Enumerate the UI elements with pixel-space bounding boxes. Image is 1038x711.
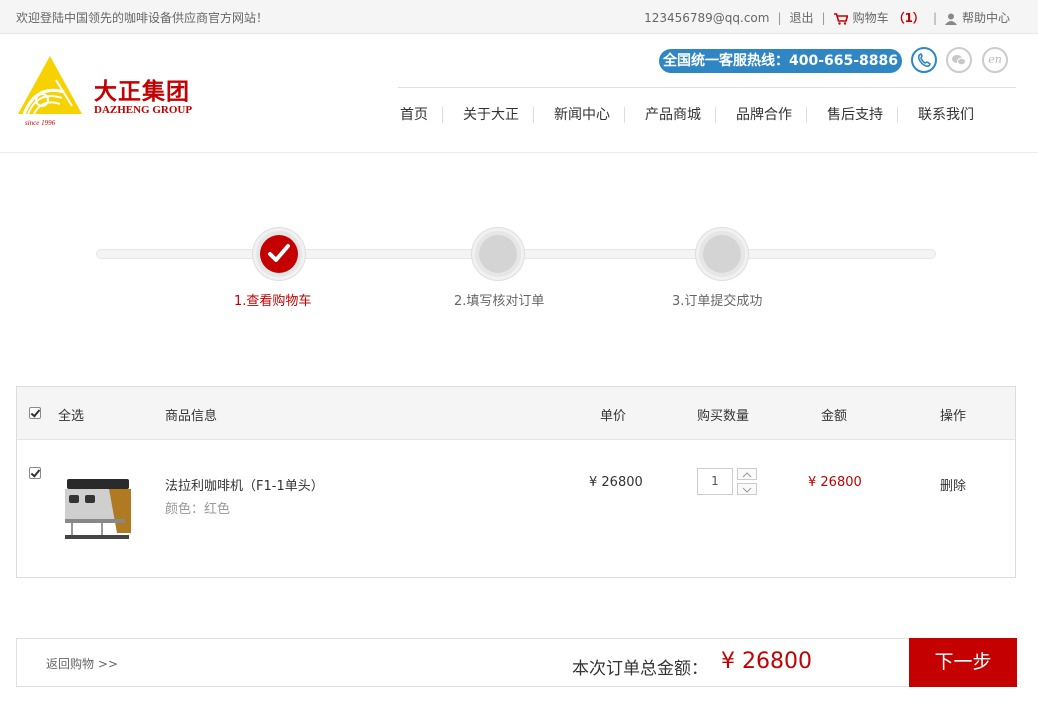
cart-link[interactable]: 购物车 （1） xyxy=(833,9,925,26)
brand-name-cn: 大正集团 xyxy=(94,78,190,105)
company-logo[interactable]: 大正集团 DAZHENG GROUP since 1996 xyxy=(16,54,216,130)
cart-count: （1） xyxy=(892,11,925,25)
step-3-indicator xyxy=(696,228,748,280)
welcome-text: 欢迎登陆中国领先的咖啡设备供应商官方网站！ xyxy=(16,11,269,25)
header-product: 商品信息 xyxy=(165,409,218,424)
step-1-indicator xyxy=(253,228,305,280)
item-checkbox[interactable] xyxy=(29,467,41,479)
divider: | xyxy=(932,10,937,25)
order-total-bar: 返回购物 >> 本次订单总金额： ¥ 26800 下一步 xyxy=(16,638,1017,687)
quantity-increase-button[interactable] xyxy=(737,468,757,480)
user-icon xyxy=(944,13,957,25)
divider: | xyxy=(777,10,782,25)
step-2-indicator xyxy=(472,228,524,280)
chevron-down-icon xyxy=(742,487,752,493)
quantity-decrease-button[interactable] xyxy=(737,483,757,495)
divider: | xyxy=(821,10,826,25)
header-quantity: 购买数量 xyxy=(697,409,750,424)
check-icon xyxy=(268,244,290,262)
select-all-label[interactable]: 全选 xyxy=(58,405,84,424)
wechat-icon[interactable] xyxy=(946,47,972,73)
nav-item-home[interactable]: 首页 xyxy=(386,107,443,123)
nav-item-news[interactable]: 新闻中心 xyxy=(540,107,625,123)
step-2-label: 2.填写核对订单 xyxy=(454,294,545,309)
brand-name-en: DAZHENG GROUP xyxy=(94,104,193,116)
cart-icon xyxy=(833,12,848,25)
top-bar: 欢迎登陆中国领先的咖啡设备供应商官方网站！ 123456789@qq.com |… xyxy=(0,0,1038,34)
header-amount: 金额 xyxy=(821,409,848,424)
header-divider xyxy=(398,87,1016,88)
unit-price: ¥ 26800 xyxy=(589,475,643,490)
top-bar-links: 123456789@qq.com | 退出 | 购物车 （1） | 帮助中心 xyxy=(644,9,1010,26)
total-value: ¥ 26800 xyxy=(721,649,812,674)
cart-label: 购物车 xyxy=(852,11,889,25)
back-to-shopping-link[interactable]: 返回购物 >> xyxy=(46,655,118,672)
item-amount: ¥ 26800 xyxy=(808,475,862,490)
quantity-input[interactable]: 1 xyxy=(697,468,733,495)
chevron-up-icon xyxy=(742,472,752,478)
nav-item-contact[interactable]: 联系我们 xyxy=(904,107,988,123)
step-3-label: 3.订单提交成功 xyxy=(672,294,763,309)
product-name-link[interactable]: 法拉利咖啡机（F1-1单头） xyxy=(165,475,324,494)
product-spec: 颜色：红色 xyxy=(165,502,231,517)
header-unit-price: 单价 xyxy=(600,409,627,424)
step-1-label: 1.查看购物车 xyxy=(234,294,312,309)
nav-item-about[interactable]: 关于大正 xyxy=(449,107,534,123)
logout-link[interactable]: 退出 xyxy=(790,9,814,26)
nav-item-brand[interactable]: 品牌合作 xyxy=(722,107,807,123)
brand-since: since 1996 xyxy=(25,119,56,127)
site-header: 大正集团 DAZHENG GROUP since 1996 全国统一客服热线：4… xyxy=(0,34,1038,153)
phone-icon[interactable] xyxy=(911,47,937,73)
total-label: 本次订单总金额： xyxy=(572,659,708,679)
select-all-checkbox[interactable] xyxy=(29,407,41,419)
help-link[interactable]: 帮助中心 xyxy=(944,9,1010,26)
language-en-icon[interactable]: en xyxy=(982,47,1008,73)
user-email-link[interactable]: 123456789@qq.com xyxy=(644,11,769,25)
cart-table: 全选 商品信息 单价 购买数量 金额 操作 法拉利咖啡机（F1-1单头） 颜色：… xyxy=(16,386,1016,578)
logo-emblem-icon xyxy=(18,56,82,115)
coffee-machine-image[interactable] xyxy=(61,473,137,543)
delete-item-link[interactable]: 删除 xyxy=(940,475,966,494)
nav-item-shop[interactable]: 产品商城 xyxy=(631,107,716,123)
cart-table-header: 全选 商品信息 单价 购买数量 金额 操作 xyxy=(17,387,1015,440)
help-label: 帮助中心 xyxy=(961,11,1010,25)
next-step-button[interactable]: 下一步 xyxy=(909,638,1017,687)
nav-item-support[interactable]: 售后支持 xyxy=(813,107,898,123)
checkout-steps: 1.查看购物车 2.填写核对订单 3.订单提交成功 xyxy=(96,228,936,318)
main-nav: 首页 关于大正 新闻中心 产品商城 品牌合作 售后支持 联系我们 xyxy=(386,107,994,123)
hotline-badge: 全国统一客服热线：400-665-8886 xyxy=(659,49,902,73)
header-action: 操作 xyxy=(940,409,967,424)
